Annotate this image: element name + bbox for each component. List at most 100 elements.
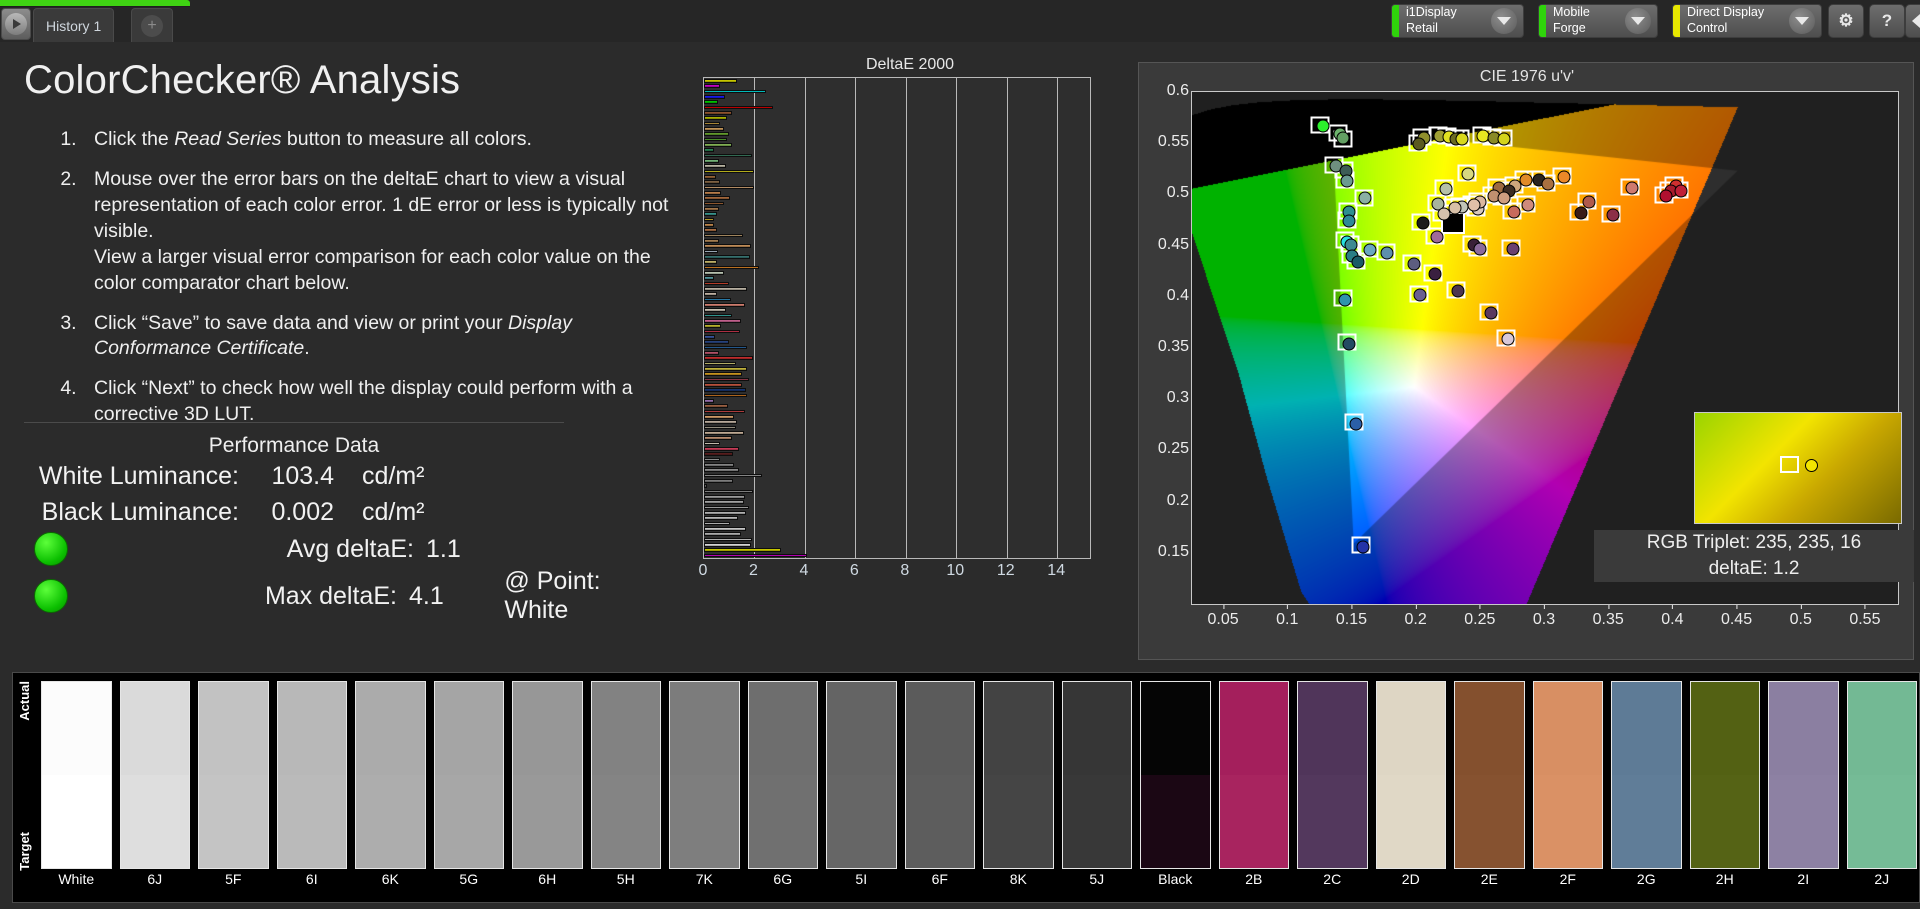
cie-measured-point[interactable]: [1342, 215, 1355, 228]
deltae-bar[interactable]: [704, 84, 720, 88]
cie-measured-point[interactable]: [1519, 174, 1532, 187]
deltae-bar[interactable]: [704, 378, 749, 382]
comparator-patch[interactable]: [1768, 681, 1839, 869]
comparator-patch[interactable]: [120, 681, 191, 869]
deltae-bar[interactable]: [704, 196, 730, 200]
cie-measured-point[interactable]: [1497, 192, 1510, 205]
deltae-bar[interactable]: [704, 154, 752, 158]
comparator-patch[interactable]: [277, 681, 348, 869]
deltae-bar[interactable]: [704, 170, 754, 174]
deltae-bar[interactable]: [704, 495, 745, 499]
deltae-bar[interactable]: [704, 420, 737, 424]
deltae-bar[interactable]: [704, 335, 715, 339]
comparator-patch[interactable]: [1376, 681, 1447, 869]
comparator-patch[interactable]: [1140, 681, 1211, 869]
cie-measured-point[interactable]: [1356, 540, 1369, 553]
cie-measured-point[interactable]: [1359, 192, 1372, 205]
cie-measured-point[interactable]: [1413, 138, 1426, 151]
history-tab[interactable]: History 1: [33, 8, 114, 42]
deltae-bar[interactable]: [704, 234, 743, 238]
deltae-bar[interactable]: [704, 346, 747, 350]
cie-measured-point[interactable]: [1337, 131, 1350, 144]
cie-measured-point[interactable]: [1607, 208, 1620, 221]
comparator-patches[interactable]: [41, 681, 1917, 869]
deltae-bar[interactable]: [704, 447, 739, 451]
deltae-bar[interactable]: [704, 394, 747, 398]
comparator-patch[interactable]: [748, 681, 819, 869]
deltae-bar[interactable]: [704, 111, 732, 115]
deltae-bar[interactable]: [704, 292, 717, 296]
deltae-bar[interactable]: [704, 138, 727, 142]
cie-measured-point[interactable]: [1414, 288, 1427, 301]
deltae-bar[interactable]: [704, 548, 781, 552]
comparator-patch[interactable]: [1533, 681, 1604, 869]
deltae-bar[interactable]: [704, 255, 750, 259]
deltae-bar[interactable]: [704, 383, 742, 387]
cie-measured-point[interactable]: [1408, 258, 1421, 271]
deltae-bar[interactable]: [704, 287, 747, 291]
deltae-bar[interactable]: [704, 468, 739, 472]
cie-measured-point[interactable]: [1350, 417, 1363, 430]
cie-measured-point[interactable]: [1497, 133, 1510, 146]
deltae-bar[interactable]: [704, 436, 732, 440]
cie-measured-point[interactable]: [1541, 177, 1554, 190]
deltae-bars[interactable]: [704, 78, 1090, 558]
comparator-patch[interactable]: [983, 681, 1054, 869]
deltae-bar[interactable]: [704, 511, 746, 515]
deltae-bar[interactable]: [704, 250, 718, 254]
cie-measured-point[interactable]: [1468, 198, 1481, 211]
deltae-bar[interactable]: [704, 356, 753, 360]
cie-measured-point[interactable]: [1455, 133, 1468, 146]
deltae-bar[interactable]: [704, 516, 738, 520]
deltae-bar[interactable]: [704, 474, 762, 478]
deltae-bar[interactable]: [704, 431, 744, 435]
deltae-bar[interactable]: [704, 127, 724, 131]
deltae-bar[interactable]: [704, 527, 746, 531]
deltae-bar[interactable]: [704, 314, 732, 318]
deltae-bar[interactable]: [704, 442, 720, 446]
cie-measured-point[interactable]: [1473, 242, 1486, 255]
deltae-bar[interactable]: [704, 362, 736, 366]
comparator-patch[interactable]: [1454, 681, 1525, 869]
deltae-bar[interactable]: [704, 282, 729, 286]
cie-measured-point[interactable]: [1437, 207, 1450, 220]
deltae-bar[interactable]: [704, 554, 807, 558]
deltae-bar[interactable]: [704, 186, 754, 190]
deltae-plot-area[interactable]: [703, 77, 1091, 559]
cie-measured-point[interactable]: [1582, 195, 1595, 208]
deltae-bar[interactable]: [704, 159, 719, 163]
help-button[interactable]: ?: [1869, 4, 1905, 38]
cie-measured-point[interactable]: [1508, 205, 1521, 218]
deltae-bar[interactable]: [704, 479, 733, 483]
cie-measured-point[interactable]: [1626, 182, 1639, 195]
comparator-patch[interactable]: [905, 681, 976, 869]
comparator-patch[interactable]: [1219, 681, 1290, 869]
deltae-bar[interactable]: [704, 212, 717, 216]
deltae-bar[interactable]: [704, 100, 718, 104]
deltae-bar[interactable]: [704, 324, 721, 328]
cie-measured-point[interactable]: [1461, 167, 1474, 180]
settings-button[interactable]: ⚙: [1828, 4, 1864, 38]
deltae-bar[interactable]: [704, 506, 749, 510]
deltae-bar[interactable]: [704, 207, 719, 211]
color-comparator-chart[interactable]: Actual Target White6J5F6I6K5G6H5H7K6G5I6…: [12, 672, 1920, 903]
deltae-bar[interactable]: [704, 116, 727, 120]
cie-measured-point[interactable]: [1351, 255, 1364, 268]
cie-measured-point[interactable]: [1381, 246, 1394, 259]
cie-measured-point[interactable]: [1316, 120, 1329, 133]
cie-measured-point[interactable]: [1558, 170, 1571, 183]
device-selector-button[interactable]: X-Rite i1Display Retail OLED: [1391, 4, 1524, 38]
deltae-bar[interactable]: [704, 532, 741, 536]
cie-measured-point[interactable]: [1340, 175, 1353, 188]
deltae-bar[interactable]: [704, 372, 742, 376]
deltae-bar[interactable]: [704, 132, 729, 136]
deltae-bar[interactable]: [704, 175, 716, 179]
deltae-bar[interactable]: [704, 228, 717, 232]
cie-measured-point[interactable]: [1440, 183, 1453, 196]
comparator-patch[interactable]: [41, 681, 112, 869]
comparator-patch[interactable]: [1847, 681, 1918, 869]
deltae-bar[interactable]: [704, 500, 744, 504]
deltae-bar[interactable]: [704, 463, 734, 467]
deltae-bar[interactable]: [704, 271, 724, 275]
deltae-bar[interactable]: [704, 426, 736, 430]
